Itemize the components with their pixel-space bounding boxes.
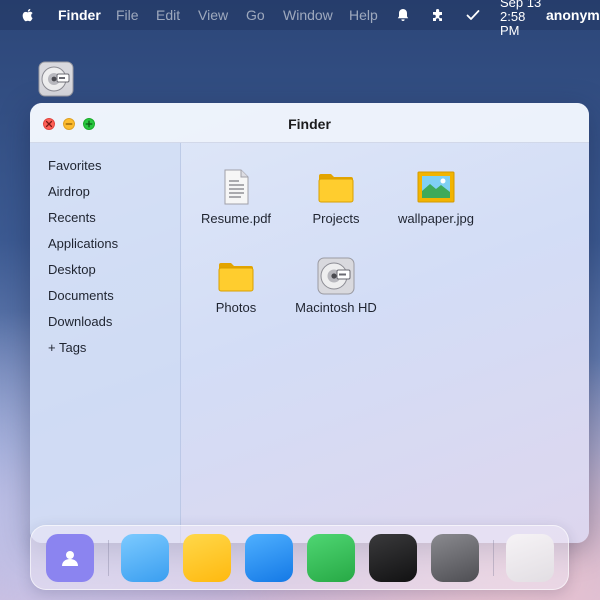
clock-time: 2:58 PM — [500, 9, 526, 38]
menubar-user[interactable]: anonymous — [546, 7, 600, 23]
apple-logo-icon[interactable] — [20, 7, 36, 23]
file-label: Resume.pdf — [200, 211, 272, 226]
menu-bar: Finder File Edit View Go Window Help Sep… — [0, 0, 600, 38]
menu-window[interactable]: Window — [283, 7, 333, 23]
sidebar-item-favorites[interactable]: Favorites — [48, 158, 101, 173]
hard-drive-icon — [38, 61, 74, 97]
file-label: Projects — [312, 211, 360, 226]
sidebar-item-documents[interactable]: Documents — [48, 288, 114, 303]
file-item-photos[interactable]: Photos — [188, 256, 284, 315]
file-item-resume[interactable]: Resume.pdf — [188, 167, 284, 226]
dock-app-blue[interactable] — [245, 534, 293, 582]
sidebar-item-downloads[interactable]: Downloads — [48, 314, 112, 329]
dock — [30, 525, 569, 590]
dock-trash[interactable] — [506, 534, 554, 582]
menu-file[interactable]: File — [116, 7, 139, 23]
dock-app-light-blue[interactable] — [121, 534, 169, 582]
finder-sidebar: Favorites Airdrop Recents Applications D… — [30, 143, 181, 543]
desktop-hard-drive[interactable] — [38, 61, 74, 97]
sidebar-item-desktop[interactable]: Desktop — [48, 262, 96, 277]
sidebar-item-recents[interactable]: Recents — [48, 210, 96, 225]
bell-icon[interactable] — [395, 7, 411, 23]
window-title: Finder — [288, 116, 331, 132]
file-label: Photos — [215, 300, 257, 315]
folder-icon — [318, 174, 354, 203]
file-label: Macintosh HD — [295, 300, 377, 315]
dock-app-gray[interactable] — [431, 534, 479, 582]
menu-view[interactable]: View — [198, 7, 228, 23]
puzzle-icon[interactable] — [430, 7, 446, 23]
contacts-icon — [62, 551, 78, 566]
finder-window: Finder Favorites Airdrop Recents Applica… — [30, 103, 589, 543]
dock-separator — [108, 540, 109, 576]
menubar-clock[interactable]: Sep 13 2:58 PM — [500, 0, 542, 38]
folder-icon — [218, 263, 254, 292]
dock-app-contacts[interactable] — [46, 534, 94, 582]
menubar-app-name[interactable]: Finder — [58, 7, 101, 23]
sidebar-item-applications[interactable]: Applications — [48, 236, 118, 251]
checkmark-icon[interactable] — [465, 7, 481, 23]
dock-separator — [493, 540, 494, 576]
window-titlebar[interactable]: Finder — [30, 103, 589, 143]
sidebar-item-tags[interactable]: + Tags — [48, 340, 86, 355]
menu-help[interactable]: Help — [349, 7, 378, 23]
document-icon — [224, 169, 249, 205]
sidebar-item-airdrop[interactable]: Airdrop — [48, 184, 90, 199]
file-item-macintosh-hd[interactable]: Macintosh HD — [288, 256, 384, 315]
hard-drive-icon — [317, 257, 355, 295]
menu-edit[interactable]: Edit — [156, 7, 180, 23]
file-label: wallpaper.jpg — [398, 211, 474, 226]
finder-content: Resume.pdf Projects wallpaper.jpg Photos… — [181, 143, 589, 543]
dock-app-green[interactable] — [307, 534, 355, 582]
menu-go[interactable]: Go — [246, 7, 265, 23]
image-icon — [417, 171, 455, 203]
dock-app-black[interactable] — [369, 534, 417, 582]
file-item-wallpaper[interactable]: wallpaper.jpg — [388, 167, 484, 226]
file-item-projects[interactable]: Projects — [288, 167, 384, 226]
dock-app-yellow[interactable] — [183, 534, 231, 582]
